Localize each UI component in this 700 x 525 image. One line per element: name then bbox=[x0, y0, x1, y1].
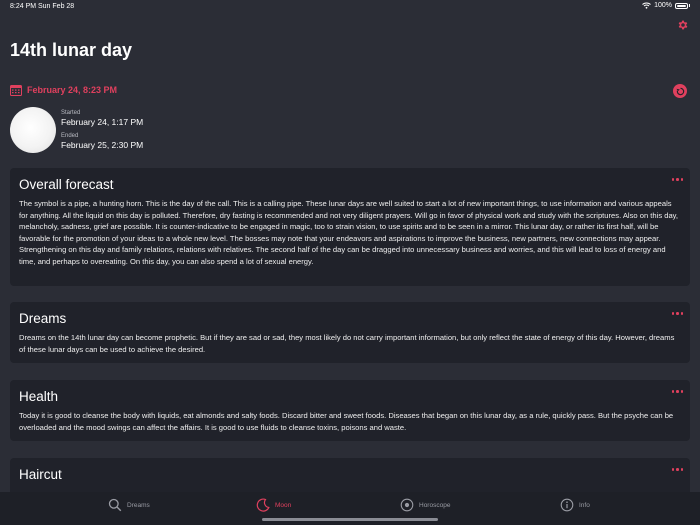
ended-label: Ended bbox=[61, 133, 79, 139]
tab-info[interactable]: Info bbox=[560, 498, 590, 512]
card-body: Dreams on the 14th lunar day can become … bbox=[19, 333, 675, 354]
card-title: Haircut bbox=[19, 467, 62, 482]
reset-time-button[interactable] bbox=[673, 84, 687, 98]
status-bar: 8:24 PM Sun Feb 28 100% bbox=[0, 0, 700, 14]
status-time: 8:24 PM bbox=[10, 3, 37, 10]
lunar-day-times: Started February 24, 1:17 PM Ended Febru… bbox=[61, 109, 143, 155]
horoscope-icon bbox=[400, 498, 414, 512]
page-title: 14th lunar day bbox=[10, 40, 133, 60]
gear-icon[interactable] bbox=[677, 19, 689, 31]
more-options-icon[interactable] bbox=[671, 390, 683, 393]
card-overall-forecast: Overall forecast The symbol is a pipe, a… bbox=[10, 168, 690, 286]
status-right: 100% bbox=[642, 2, 690, 9]
moon-phase-image bbox=[10, 107, 56, 153]
refresh-icon bbox=[675, 87, 684, 95]
wifi-icon bbox=[642, 2, 651, 9]
started-value: February 24, 1:17 PM bbox=[61, 117, 144, 127]
info-icon bbox=[560, 498, 574, 512]
started-label: Started bbox=[61, 110, 81, 116]
date-selector[interactable]: February 24, 8:23 PM bbox=[10, 84, 117, 96]
tab-horoscope[interactable]: Horoscope bbox=[400, 498, 450, 512]
card-title: Health bbox=[19, 389, 59, 404]
more-options-icon[interactable] bbox=[671, 468, 683, 471]
tab-label: Horoscope bbox=[419, 501, 451, 509]
card-body: The symbol is a pipe, a hunting horn. Th… bbox=[19, 199, 679, 266]
battery-icon bbox=[675, 2, 688, 9]
card-dreams: Dreams Dreams on the 14th lunar day can … bbox=[10, 302, 690, 363]
selected-date: February 24, 8:23 PM bbox=[27, 85, 118, 95]
battery-nub bbox=[689, 4, 690, 7]
home-indicator[interactable] bbox=[262, 518, 438, 521]
tab-label: Dreams bbox=[127, 501, 150, 509]
more-options-icon[interactable] bbox=[671, 312, 683, 315]
tab-label: Moon bbox=[275, 501, 292, 509]
card-health: Health Today it is good to cleanse the b… bbox=[10, 380, 690, 441]
card-title: Dreams bbox=[19, 311, 67, 326]
battery-percent: 100% bbox=[654, 2, 672, 9]
more-options-icon[interactable] bbox=[671, 178, 683, 181]
card-title: Overall forecast bbox=[19, 177, 114, 192]
tab-bar: Dreams Moon Horoscope Info bbox=[0, 492, 700, 525]
search-icon bbox=[108, 498, 122, 512]
card-body: Today it is good to cleanse the body wit… bbox=[19, 411, 674, 432]
calendar-icon bbox=[10, 85, 22, 96]
tab-dreams[interactable]: Dreams bbox=[108, 498, 150, 512]
ended-value: February 25, 2:30 PM bbox=[61, 140, 144, 150]
tab-moon[interactable]: Moon bbox=[256, 498, 291, 512]
tab-label: Info bbox=[579, 501, 590, 509]
status-date: Sun Feb 28 bbox=[38, 3, 75, 10]
moon-icon bbox=[256, 498, 270, 512]
